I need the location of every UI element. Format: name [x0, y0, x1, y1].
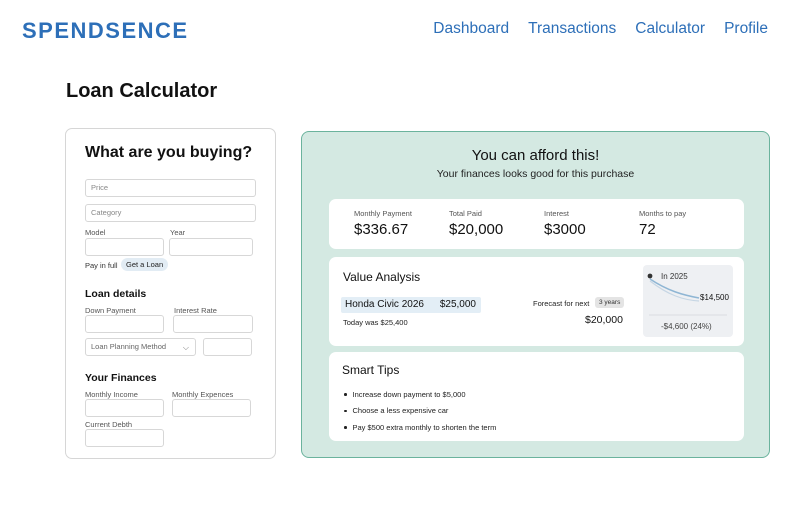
purchase-form-card: What are you buying? Price Category Mode…: [65, 128, 276, 459]
tip-item: Choose a less expensive car: [344, 403, 496, 420]
forecast-years-badge[interactable]: 3 years: [595, 297, 625, 308]
pay-in-full-option[interactable]: Pay in full: [85, 261, 118, 270]
loan-term-input[interactable]: [203, 338, 252, 356]
model-input[interactable]: [85, 238, 164, 256]
stat-interest: Interest $3000: [544, 209, 586, 238]
tip-text: Pay $500 extra monthly to shorten the te…: [352, 422, 497, 432]
stat-value: $3000: [544, 221, 586, 238]
top-nav: Dashboard Transactions Calculator Profil…: [433, 20, 768, 38]
select-value: Loan Planning Method: [91, 342, 167, 351]
stat-monthly-payment: Monthly Payment $336.67: [354, 209, 412, 238]
car-price: $25,000: [439, 299, 476, 310]
tip-text: Choose a less expensive car: [352, 406, 449, 416]
chart-year: In 2025: [661, 272, 688, 281]
stat-label: Monthly Payment: [354, 209, 412, 218]
chart-value: $14,500: [700, 293, 729, 302]
affordability-result-card: You can afford this! Your finances looks…: [301, 131, 770, 458]
stat-months-to-pay: Months to pay 72: [639, 209, 686, 238]
model-label: Model: [85, 228, 106, 237]
monthly-expences-input[interactable]: [172, 399, 251, 417]
tip-item: Increase down payment to $5,000: [344, 386, 496, 403]
tip-item: Pay $500 extra monthly to shorten the te…: [344, 419, 496, 436]
year-input[interactable]: [169, 238, 253, 256]
page-title: Loan Calculator: [66, 80, 218, 102]
stat-label: Total Paid: [449, 209, 482, 218]
stat-label: Interest: [544, 209, 570, 218]
monthly-income-input[interactable]: [85, 399, 164, 417]
interest-rate-label: Interest Rate: [174, 306, 217, 315]
down-payment-label: Down Payment: [85, 306, 136, 315]
forecast-label: Forecast for next: [533, 299, 590, 308]
smart-tips-title: Smart Tips: [342, 363, 400, 377]
nav-dashboard[interactable]: Dashboard: [433, 20, 509, 38]
nav-profile[interactable]: Profile: [724, 20, 768, 38]
tip-text: Increase down payment to $5,000: [352, 389, 466, 399]
chart-start-dot: [647, 273, 653, 279]
bullet-icon: [344, 426, 347, 429]
value-analysis-panel: Value Analysis Honda Civic 2026 $25,000 …: [329, 257, 744, 346]
current-debth-label: Current Debth: [85, 420, 133, 429]
nav-calculator[interactable]: Calculator: [635, 20, 705, 38]
current-debth-input[interactable]: [85, 429, 164, 447]
smart-tips-panel: Smart Tips Increase down payment to $5,0…: [329, 352, 744, 441]
logo-wordmark: SPENDSENCE: [22, 18, 189, 43]
logo-text: SPENDSENCE: [22, 18, 189, 42]
bullet-icon: [344, 409, 347, 412]
loan-stats-panel: Monthly Payment $336.67 Total Paid $20,0…: [329, 199, 744, 249]
car-name: Honda Civic 2026: [345, 299, 424, 310]
tips-list: Increase down payment to $5,000 Choose a…: [344, 386, 496, 436]
monthly-income-label: Monthly Income: [85, 390, 138, 399]
monthly-expences-label: Monthly Expences: [172, 390, 234, 399]
year-label: Year: [170, 228, 186, 237]
category-input[interactable]: Category: [85, 204, 256, 222]
get-a-loan-option[interactable]: Get a Loan: [121, 258, 169, 271]
afford-subtitle: Your finances looks good for this purcha…: [436, 168, 635, 180]
value-analysis-title: Value Analysis: [343, 270, 421, 284]
down-payment-input[interactable]: [85, 315, 164, 333]
today-value: Today was $25,400: [343, 318, 408, 327]
finances-heading: Your Finances: [85, 372, 157, 384]
afford-title: You can afford this!: [471, 147, 600, 164]
bullet-icon: [344, 393, 347, 396]
chart-drop: -$4,600 (24%): [661, 322, 712, 331]
nav-transactions[interactable]: Transactions: [528, 20, 616, 38]
depreciation-mini-chart: In 2025 $14,500 -$4,600 (24%): [643, 265, 733, 337]
car-chip: Honda Civic 2026 $25,000: [341, 297, 481, 313]
forecast-value: $20,000: [585, 314, 623, 326]
stat-label: Months to pay: [639, 209, 687, 218]
stat-value: $336.67: [354, 221, 409, 238]
stat-value: $20,000: [449, 221, 504, 238]
stat-total-paid: Total Paid $20,000: [449, 209, 503, 238]
loan-planning-method-select[interactable]: Loan Planning Method ⌵: [85, 338, 196, 356]
brand-logo[interactable]: SPENDSENCE: [22, 18, 194, 43]
price-input[interactable]: Price: [85, 179, 256, 197]
form-heading: What are you buying?: [85, 144, 253, 161]
stat-value: 72: [639, 221, 656, 238]
chevron-down-icon: ⌵: [182, 343, 189, 352]
loan-details-heading: Loan details: [85, 288, 147, 300]
interest-rate-input[interactable]: [173, 315, 253, 333]
